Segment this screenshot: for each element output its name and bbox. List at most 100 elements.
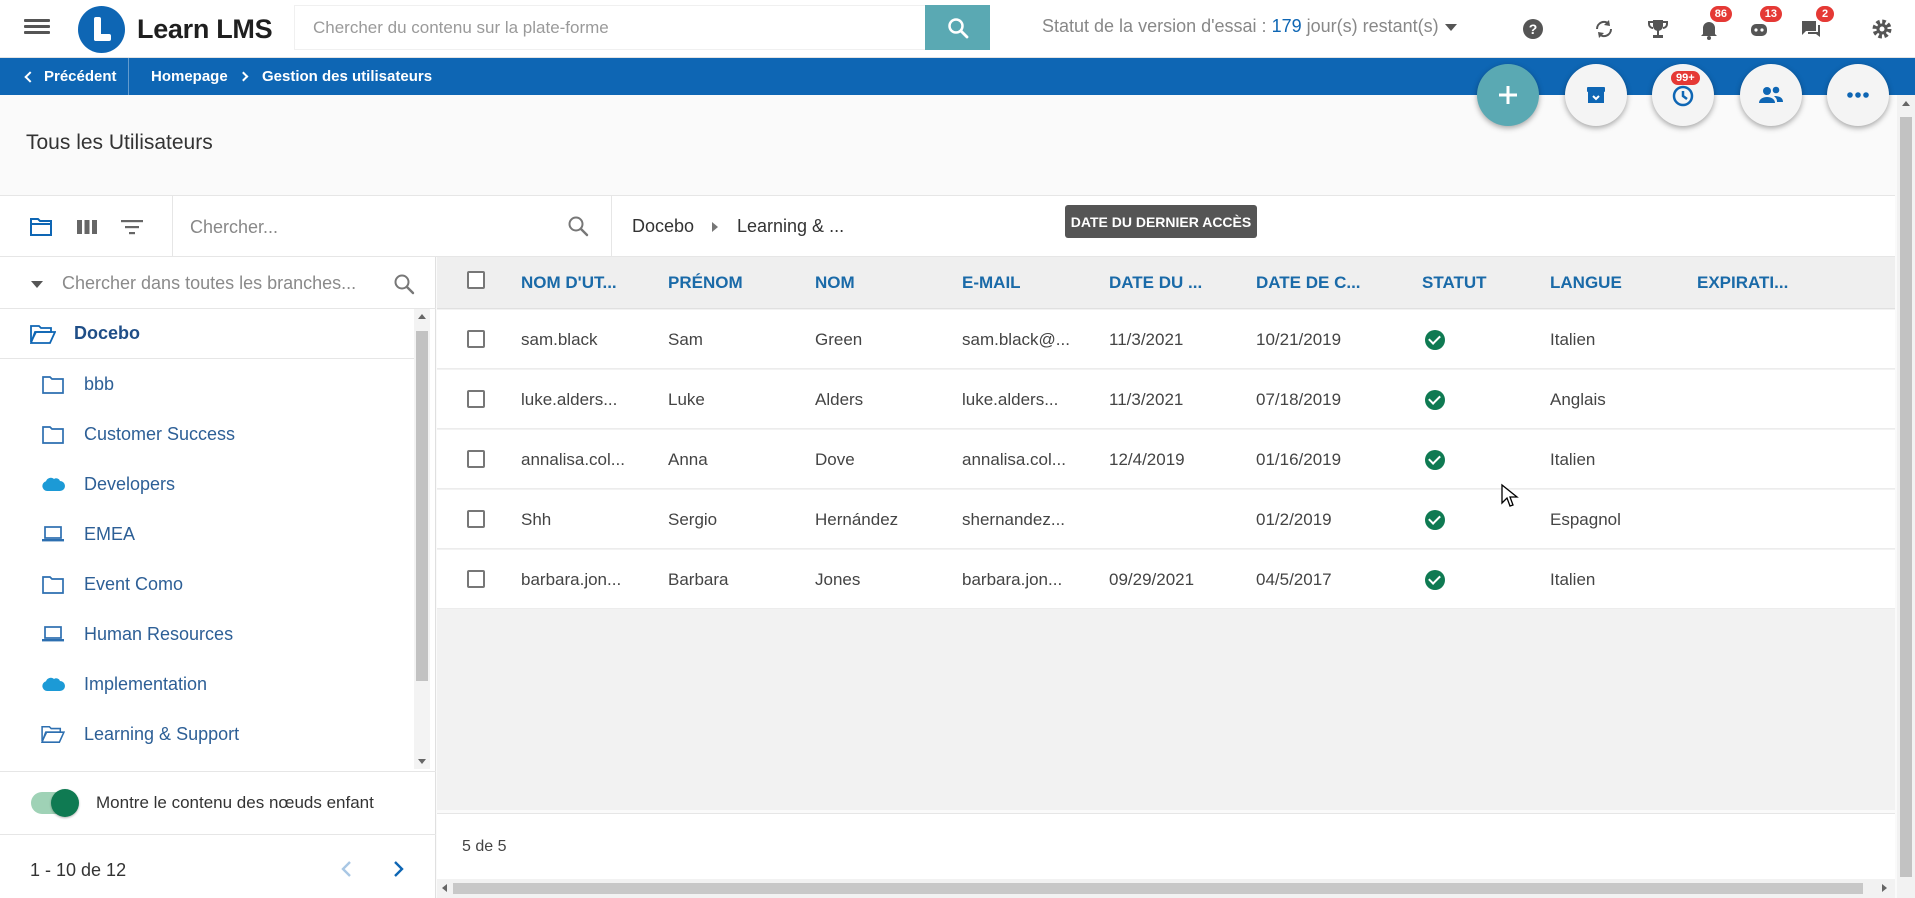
row-checkbox[interactable] [467, 390, 485, 408]
support-icon[interactable]: 13 [1744, 6, 1782, 44]
branch-item[interactable]: Implementation [0, 659, 415, 709]
logo[interactable]: Learn LMS [74, 0, 292, 58]
cell-first: Barbara [668, 570, 729, 589]
scrollbar-thumb[interactable] [453, 883, 1863, 894]
help-icon[interactable]: ? [1518, 14, 1548, 44]
row-checkbox[interactable] [467, 510, 485, 528]
column-email[interactable]: E-MAIL [962, 273, 1021, 293]
chevron-right-icon[interactable] [388, 857, 408, 881]
user-search-input[interactable] [190, 210, 550, 244]
cell-language: Anglais [1550, 390, 1606, 409]
cell-created: 01/2/2019 [1256, 510, 1332, 529]
path-crumb-root[interactable]: Docebo [632, 216, 694, 237]
cell-last-access: 12/4/2019 [1109, 450, 1185, 469]
more-actions-fab[interactable] [1827, 64, 1889, 126]
cell-last: Jones [815, 570, 861, 589]
cell-first: Luke [668, 390, 705, 409]
search-icon[interactable] [392, 272, 416, 296]
menu-icon[interactable] [22, 16, 52, 40]
branch-item[interactable]: Event Como [0, 559, 415, 609]
column-status[interactable]: STATUT [1422, 273, 1487, 293]
laptop-icon [41, 523, 65, 545]
page-title: Tous les Utilisateurs [26, 131, 213, 154]
cell-email: annalisa.col... [962, 450, 1066, 469]
cell-last-access: 11/3/2021 [1109, 330, 1184, 349]
laptop-icon [41, 623, 65, 645]
search-icon[interactable] [566, 214, 592, 240]
caret-down-icon[interactable] [31, 281, 43, 288]
column-creation-date[interactable]: DATE DE C... [1256, 273, 1361, 293]
groups-fab[interactable] [1740, 64, 1802, 126]
branch-root[interactable]: Docebo [0, 309, 415, 359]
table-horizontal-scrollbar[interactable] [437, 879, 1895, 898]
branch-item[interactable]: Customer Success [0, 409, 415, 459]
select-all-checkbox[interactable] [467, 271, 485, 289]
sync-icon[interactable] [1589, 14, 1619, 44]
row-checkbox[interactable] [467, 330, 485, 348]
cell-username: annalisa.col... [521, 450, 625, 469]
cell-created: 01/16/2019 [1256, 450, 1342, 469]
settings-gear-icon[interactable] [1867, 14, 1897, 44]
back-label: Précédent [44, 68, 117, 85]
table-row[interactable]: barbara.jon... Barbara Jones barbara.jon...… [437, 550, 1895, 609]
branch-search-input[interactable] [62, 267, 362, 299]
bell-icon[interactable]: 86 [1694, 6, 1732, 44]
archive-fab[interactable] [1565, 64, 1627, 126]
column-language[interactable]: LANGUE [1550, 273, 1622, 293]
branches-scrollbar[interactable] [414, 309, 430, 769]
breadcrumb-home[interactable]: Homepage [151, 68, 228, 85]
trial-status[interactable]: Statut de la version d'essai : 179 jour(… [1042, 16, 1457, 37]
trial-days: 179 [1271, 16, 1302, 36]
scroll-left-icon[interactable] [442, 884, 447, 892]
scrollbar-thumb[interactable] [1900, 117, 1912, 877]
column-last-name[interactable]: NOM [815, 273, 855, 293]
table-row[interactable]: sam.black Sam Green sam.black@... 11/3/2021 1… [437, 310, 1895, 369]
columns-icon[interactable] [74, 214, 100, 240]
scroll-down-icon[interactable] [418, 759, 426, 764]
scrollbar-thumb[interactable] [416, 331, 428, 681]
history-fab[interactable]: 99+ [1652, 64, 1714, 126]
child-nodes-toggle[interactable] [31, 789, 79, 817]
global-search-button[interactable] [925, 5, 990, 50]
branch-item[interactable]: Developers [0, 459, 415, 509]
branch-item[interactable]: bbb [0, 359, 415, 409]
cell-first: Anna [668, 450, 708, 469]
folder-icon [41, 573, 65, 595]
table-header: NOM D'UT... PRÉNOM NOM E-MAIL DATE DU ..… [437, 257, 1895, 309]
trial-prefix: Statut de la version d'essai : [1042, 16, 1272, 36]
branch-item[interactable]: Learning & Support [0, 709, 415, 759]
back-button[interactable]: Précédent [24, 68, 117, 85]
table-row[interactable]: luke.alders... Luke Alders luke.alders... 11… [437, 370, 1895, 429]
chevron-left-icon[interactable] [337, 857, 357, 881]
branch-item-label: Event Como [84, 573, 184, 594]
column-first-name[interactable]: PRÉNOM [668, 273, 743, 293]
table-count: 5 de 5 [462, 838, 507, 855]
branch-item[interactable]: EMEA [0, 509, 415, 559]
salesforce-cloud-icon [41, 473, 65, 495]
column-expiration[interactable]: EXPIRATI... [1697, 273, 1788, 293]
cell-last-access: 11/3/2021 [1109, 390, 1184, 409]
row-checkbox[interactable] [467, 570, 485, 588]
trophy-icon[interactable] [1643, 14, 1673, 44]
column-last-access[interactable]: DATE DU ... [1109, 273, 1202, 293]
global-search-input[interactable] [295, 6, 925, 49]
column-username[interactable]: NOM D'UT... [521, 273, 617, 293]
table-row[interactable]: Shh Sergio Hernández shernandez... 01/2/2019… [437, 490, 1895, 549]
caret-down-icon [1444, 23, 1457, 31]
clock-history-icon [1672, 85, 1694, 107]
search-icon [947, 17, 968, 38]
add-user-fab[interactable] [1477, 64, 1539, 126]
mouse-cursor-icon [1501, 483, 1519, 507]
scroll-up-icon[interactable] [418, 314, 426, 319]
path-crumb-current[interactable]: Learning & ... [737, 216, 844, 237]
filter-icon[interactable] [119, 214, 145, 240]
chat-icon[interactable]: 2 [1796, 6, 1834, 44]
folder-view-icon[interactable] [28, 214, 54, 240]
row-checkbox[interactable] [467, 450, 485, 468]
table-row[interactable]: annalisa.col... Anna Dove annalisa.col... 12… [437, 430, 1895, 489]
scroll-right-icon[interactable] [1882, 884, 1887, 892]
scroll-up-icon[interactable] [1902, 101, 1910, 106]
page-vertical-scrollbar[interactable] [1897, 95, 1915, 898]
branch-item[interactable]: Human Resources [0, 609, 415, 659]
user-search [190, 210, 550, 244]
